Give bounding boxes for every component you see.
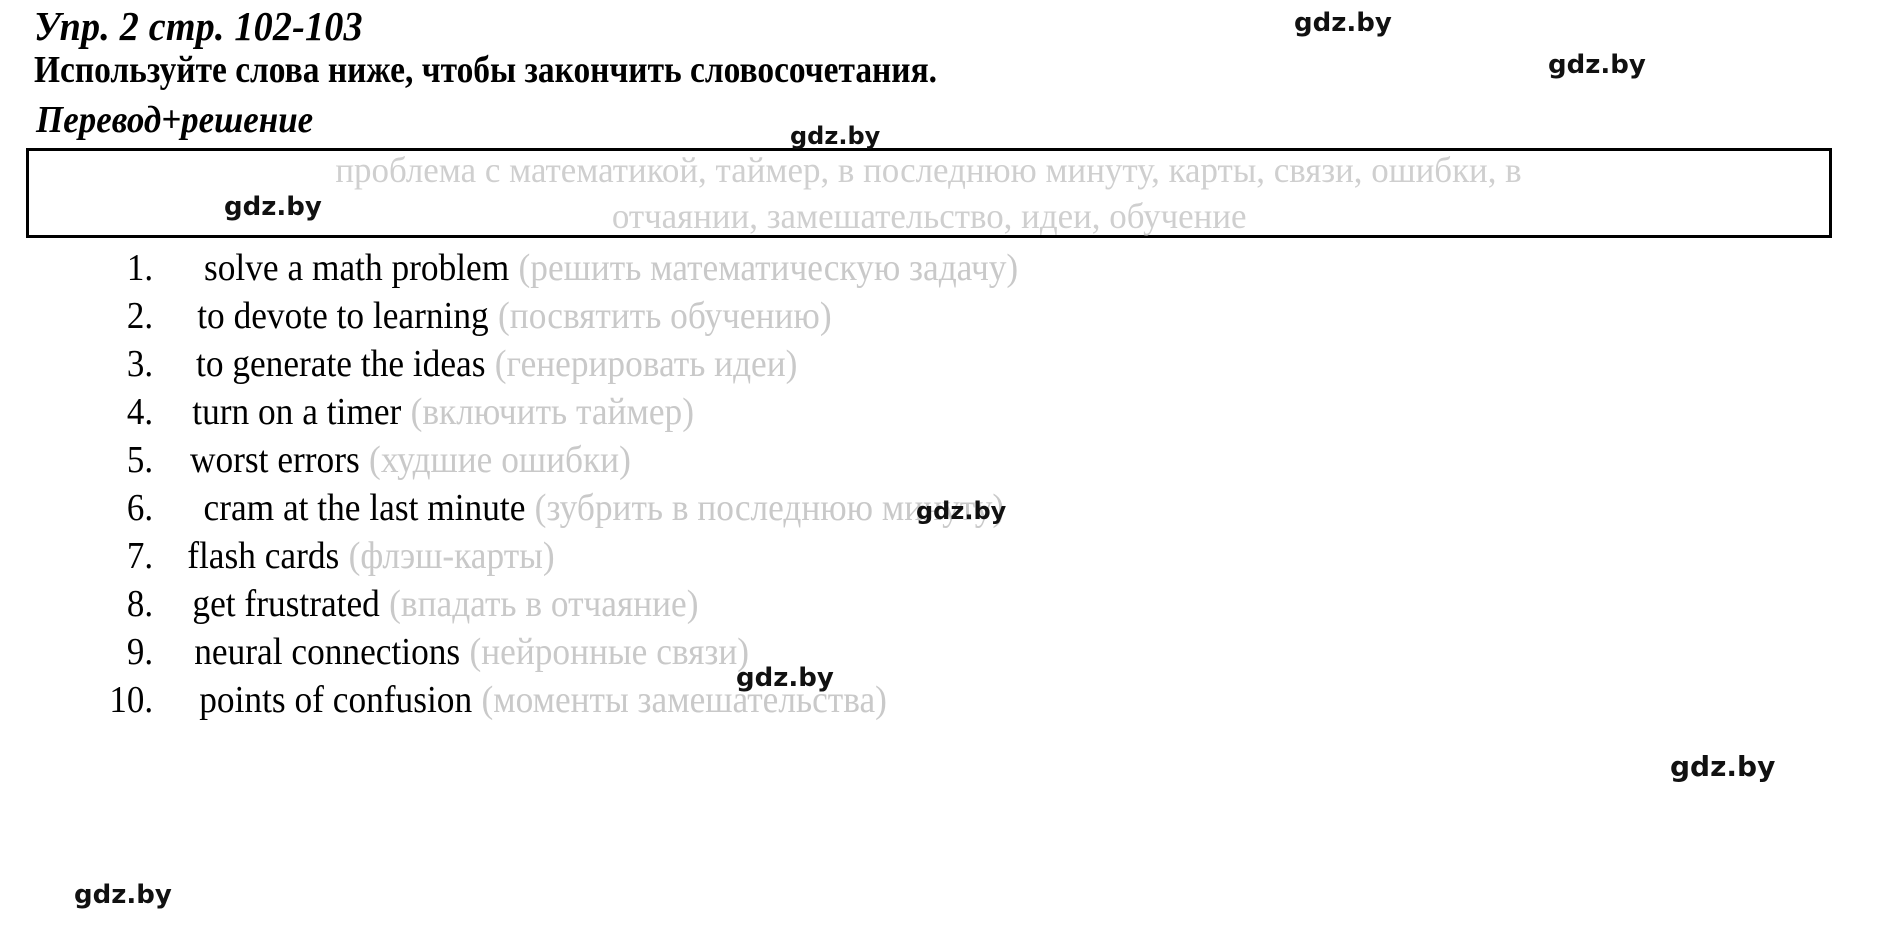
phrase-translation: (включить таймер) (410, 391, 694, 433)
phrase-item: 8. get frustrated (впадать в отчаяние) (84, 582, 1784, 630)
instruction-text: Используйте слова ниже, чтобы закончить … (34, 49, 938, 91)
phrase-item: 1. solve a math problem (решить математиче… (84, 246, 1784, 294)
phrase-item: 7. flash cards (флэш-карты) (84, 534, 1784, 582)
translation-label: Перевод+решение (36, 99, 314, 141)
gdz-watermark: gdz.by (224, 192, 322, 222)
phrase-number: 3. (126, 343, 154, 385)
phrase-item: 4. turn on a timer (включить таймер) (84, 390, 1784, 438)
phrase-body: to generate the ideas (генерировать идеи) (179, 342, 797, 386)
phrase-english: get frustrated (192, 583, 380, 625)
phrase-number: 5. (126, 439, 154, 481)
gdz-watermark: gdz.by (916, 497, 1007, 525)
phrase-body: solve a math problem (решить математическ… (187, 246, 1018, 290)
phrase-body: neural connections (нейронные связи) (178, 630, 749, 674)
gdz-watermark: gdz.by (790, 122, 881, 150)
phrase-number: 6. (126, 487, 154, 529)
phrase-item: 5. worst errors (худшие ошибки) (84, 438, 1784, 486)
phrase-item: 2. to devote to learning (посвятить обучен… (84, 294, 1784, 342)
phrase-body: flash cards (флэш-карты) (170, 534, 554, 578)
phrase-translation: (впадать в отчаяние) (389, 583, 699, 625)
phrase-body: get frustrated (впадать в отчаяние) (176, 582, 699, 626)
gdz-watermark: gdz.by (1548, 50, 1646, 80)
phrase-english: solve a math problem (204, 247, 510, 289)
phrase-number: 2. (126, 295, 154, 337)
word-bank-line-1: проблема с математикой, таймер, в послед… (335, 150, 1523, 190)
gdz-watermark: gdz.by (1294, 8, 1392, 38)
phrase-body: worst errors (худшие ошибки) (173, 438, 631, 482)
phrase-number: 9. (126, 631, 154, 673)
phrase-number: 4. (126, 391, 154, 433)
phrase-list: 1. solve a math problem (решить математиче… (84, 246, 1784, 726)
phrase-english: worst errors (189, 439, 360, 481)
phrase-number: 1. (126, 247, 154, 289)
gdz-watermark: gdz.by (74, 880, 172, 910)
phrase-translation: (решить математическую задачу) (518, 247, 1019, 289)
phrase-body: turn on a timer (включить таймер) (176, 390, 694, 434)
page-title: Упр. 2 стр. 102-103 (34, 3, 363, 49)
phrase-translation: (генерировать идеи) (494, 343, 798, 385)
phrase-item: 10. points of confusion (моменты замешател… (84, 678, 1784, 726)
phrase-english: points of confusion (199, 679, 473, 721)
document-page: Упр. 2 стр. 102-103 Используйте слова ни… (0, 0, 1880, 925)
phrase-body: to devote to learning (посвятить обучению… (181, 294, 832, 338)
phrase-item: 9. neural connections (нейронные связи) (84, 630, 1784, 678)
phrase-translation: (посвятить обучению) (498, 295, 832, 337)
gdz-watermark: gdz.by (736, 663, 834, 693)
phrase-translation: (флэш-карты) (348, 535, 555, 577)
phrase-english: to generate the ideas (196, 343, 486, 385)
phrase-number: 7. (126, 535, 154, 577)
phrase-english: neural connections (194, 631, 461, 673)
phrase-translation: (худшие ошибки) (369, 439, 631, 481)
phrase-english: turn on a timer (192, 391, 402, 433)
phrase-english: to devote to learning (197, 295, 489, 337)
phrase-item: 3. to generate the ideas (генерировать иде… (84, 342, 1784, 390)
word-bank-line-2: отчаянии, замешательство, идеи, обучение (611, 196, 1247, 236)
phrase-english: cram at the last minute (203, 487, 526, 529)
phrase-number: 8. (126, 583, 154, 625)
phrase-translation: (нейронные связи) (469, 631, 750, 673)
gdz-watermark: gdz.by (1670, 750, 1776, 783)
phrase-english: flash cards (187, 535, 340, 577)
phrase-number: 10. (109, 679, 154, 721)
phrase-body: cram at the last minute (зубрить в послед… (187, 486, 1005, 530)
